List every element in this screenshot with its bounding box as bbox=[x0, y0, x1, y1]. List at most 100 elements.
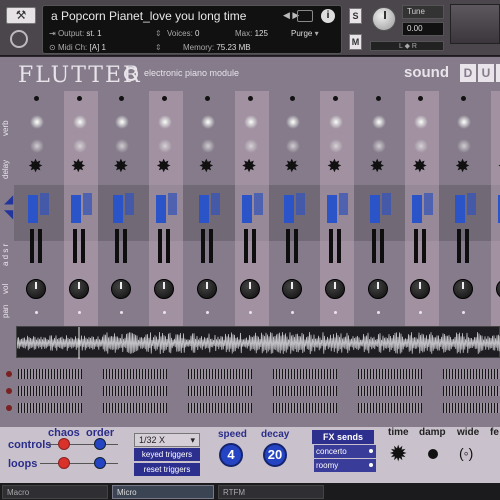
tune-knob[interactable] bbox=[372, 7, 396, 31]
fx-send-concerto[interactable]: concerto bbox=[314, 445, 376, 458]
pan-dot[interactable] bbox=[462, 311, 465, 314]
verb-amount-control[interactable] bbox=[158, 115, 173, 129]
decay-bar[interactable] bbox=[210, 193, 220, 215]
attack-bar[interactable] bbox=[70, 195, 81, 223]
volume-knob[interactable] bbox=[367, 279, 388, 299]
trigger-step-block[interactable] bbox=[358, 386, 422, 396]
verb-top-dot[interactable] bbox=[204, 96, 210, 101]
attack-bar[interactable] bbox=[412, 195, 423, 223]
verb-amount-control[interactable] bbox=[243, 115, 258, 129]
midi-dropdown-icon[interactable]: ⇕ bbox=[155, 43, 162, 52]
verb-amount-control[interactable] bbox=[115, 115, 130, 129]
sustain-fader[interactable] bbox=[457, 229, 461, 263]
release-fader[interactable] bbox=[422, 229, 427, 263]
delay-spark-control[interactable]: ✸ bbox=[455, 157, 470, 175]
decay-bar[interactable] bbox=[168, 193, 178, 215]
attack-bar[interactable] bbox=[369, 195, 380, 223]
verb-amount-control[interactable] bbox=[30, 115, 44, 129]
info-icon[interactable]: i bbox=[321, 9, 335, 23]
purge-menu[interactable]: Purge ▾ bbox=[291, 29, 319, 38]
release-fader[interactable] bbox=[123, 229, 128, 263]
pan-slider[interactable]: L ◆ R bbox=[370, 41, 444, 51]
attack-bar[interactable] bbox=[156, 195, 167, 223]
loops-chaos-toggle[interactable] bbox=[58, 457, 70, 469]
solo-button[interactable]: S bbox=[349, 8, 362, 24]
delay-spark-control[interactable]: ✸ bbox=[71, 157, 86, 175]
pan-dot[interactable] bbox=[376, 311, 380, 314]
pan-dot[interactable] bbox=[291, 311, 295, 314]
verb-top-dot[interactable] bbox=[461, 96, 466, 101]
decay-bar[interactable] bbox=[82, 193, 92, 215]
row-trigger-dot[interactable] bbox=[6, 371, 12, 377]
decay-bar[interactable] bbox=[40, 193, 49, 215]
trigger-step-block[interactable] bbox=[443, 386, 500, 396]
trigger-step-block[interactable] bbox=[18, 369, 82, 379]
release-fader[interactable] bbox=[38, 229, 42, 263]
volume-knob[interactable] bbox=[239, 279, 260, 299]
delay-spark-control[interactable]: ✸ bbox=[327, 157, 342, 175]
mute-button[interactable]: M bbox=[349, 34, 362, 50]
sustain-fader[interactable] bbox=[30, 229, 34, 263]
verb-top-dot[interactable] bbox=[76, 96, 82, 101]
verb-amount-control[interactable] bbox=[200, 115, 215, 129]
attack-bar[interactable] bbox=[455, 195, 465, 223]
midi-channel-field[interactable]: ⊙ Midi Ch: [A] 1 bbox=[49, 43, 106, 52]
pan-dot[interactable] bbox=[77, 311, 81, 314]
verb-top-dot[interactable] bbox=[34, 96, 39, 101]
release-fader[interactable] bbox=[379, 229, 384, 263]
tab-micro[interactable]: Micro bbox=[112, 485, 214, 499]
tab-rtfm[interactable]: RTFM bbox=[218, 485, 324, 499]
tab-macro[interactable]: Macro bbox=[2, 485, 108, 499]
trigger-step-block[interactable] bbox=[273, 386, 337, 396]
pan-dot[interactable] bbox=[120, 311, 124, 314]
trigger-step-block[interactable] bbox=[188, 386, 252, 396]
decay-bar[interactable] bbox=[424, 193, 434, 215]
controls-chaos-toggle[interactable] bbox=[58, 438, 70, 450]
row-trigger-dot[interactable] bbox=[6, 388, 12, 394]
attack-bar[interactable] bbox=[326, 195, 337, 223]
trigger-step-block[interactable] bbox=[273, 403, 337, 413]
max-voices-field[interactable]: Max: 125 bbox=[235, 29, 268, 38]
verb-amount-control[interactable] bbox=[328, 115, 343, 129]
sustain-fader[interactable] bbox=[286, 229, 291, 263]
instrument-name[interactable]: a Popcorn Pianet_love you long time bbox=[51, 9, 291, 23]
volume-knob[interactable] bbox=[453, 279, 473, 299]
delay-amount-control[interactable] bbox=[243, 139, 258, 153]
delay-amount-control[interactable] bbox=[457, 139, 471, 153]
decay-bar[interactable] bbox=[381, 193, 391, 215]
verb-amount-control[interactable] bbox=[371, 115, 386, 129]
pan-dot[interactable] bbox=[205, 311, 209, 314]
trigger-step-block[interactable] bbox=[18, 403, 82, 413]
camera-icon[interactable] bbox=[297, 10, 313, 22]
delay-spark-control[interactable]: ✸ bbox=[156, 157, 171, 175]
delay-amount-control[interactable] bbox=[158, 139, 173, 153]
sustain-fader[interactable] bbox=[371, 229, 376, 263]
decay-bar[interactable] bbox=[125, 193, 135, 215]
volume-knob[interactable] bbox=[154, 279, 175, 299]
delay-amount-control[interactable] bbox=[115, 139, 130, 153]
delay-amount-control[interactable] bbox=[72, 139, 87, 153]
verb-top-dot[interactable] bbox=[247, 96, 253, 101]
trigger-step-block[interactable] bbox=[18, 386, 82, 396]
trigger-step-block[interactable] bbox=[358, 369, 422, 379]
decay-bar[interactable] bbox=[338, 193, 348, 215]
trigger-step-block[interactable] bbox=[443, 403, 500, 413]
delay-spark-control[interactable]: ✸ bbox=[113, 157, 128, 175]
keyed-triggers-button[interactable]: keyed triggers bbox=[134, 448, 200, 461]
decay-bar[interactable] bbox=[467, 193, 476, 215]
delay-amount-control[interactable] bbox=[371, 139, 386, 153]
pan-dot[interactable] bbox=[248, 311, 252, 314]
verb-top-dot[interactable] bbox=[119, 96, 125, 101]
wrench-icon[interactable]: ⚒ bbox=[6, 7, 36, 24]
delay-spark-control[interactable]: ✸ bbox=[199, 157, 214, 175]
sustain-fader[interactable] bbox=[72, 229, 77, 263]
volume-knob[interactable] bbox=[111, 279, 132, 299]
attack-bar[interactable] bbox=[198, 195, 209, 223]
attack-bar[interactable] bbox=[28, 195, 38, 223]
trigger-step-block[interactable] bbox=[188, 369, 252, 379]
tune-value[interactable]: 0.00 bbox=[402, 22, 444, 36]
release-fader[interactable] bbox=[465, 229, 469, 263]
volume-knob[interactable] bbox=[26, 279, 46, 299]
trigger-step-block[interactable] bbox=[103, 403, 167, 413]
delay-spark-control[interactable]: ✸ bbox=[370, 157, 385, 175]
